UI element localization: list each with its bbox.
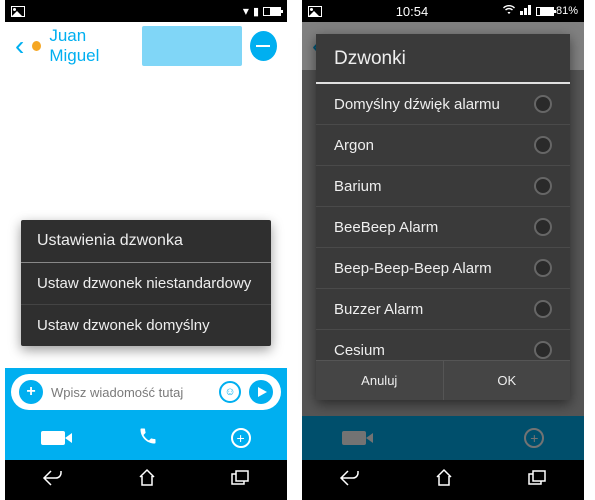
video-call-icon xyxy=(342,431,366,445)
battery-indicator: 81% xyxy=(536,5,578,17)
radio-icon[interactable] xyxy=(534,300,552,318)
status-time: 10:54 xyxy=(322,4,502,19)
gallery-icon xyxy=(11,6,25,17)
chat-header: ‹ Juan Miguel xxxxxx xxxxxx xyxy=(5,22,287,70)
radio-icon[interactable] xyxy=(534,177,552,195)
menu-icon xyxy=(256,45,270,47)
context-menu-item-default[interactable]: Ustaw dzwonek domyślny xyxy=(21,305,271,346)
wifi-icon: ▾ xyxy=(243,4,249,18)
nav-bar xyxy=(5,460,287,500)
nav-recent-icon[interactable] xyxy=(230,469,250,492)
header-menu-button[interactable] xyxy=(250,31,277,61)
radio-icon[interactable] xyxy=(534,218,552,236)
context-menu: Ustawienia dzwonka Ustaw dzwonek niestan… xyxy=(21,220,271,346)
nav-bar xyxy=(302,460,584,500)
back-icon[interactable]: ‹ xyxy=(15,30,24,62)
battery-percentage: 81% xyxy=(556,5,578,17)
status-bar: 10:54 81% xyxy=(302,0,584,22)
compose-input[interactable]: Wpisz wiadomość tutaj xyxy=(51,385,211,400)
dialog-title: Dzwonki xyxy=(316,34,570,84)
video-call-icon[interactable] xyxy=(41,431,65,445)
ringtone-dialog: Dzwonki Domyślny dźwięk alarmu Argon Bar… xyxy=(316,34,570,400)
send-icon xyxy=(258,387,267,397)
nav-back-icon[interactable] xyxy=(42,469,64,492)
ringtone-item[interactable]: Argon xyxy=(316,125,570,166)
compose-bar: + Wpisz wiadomość tutaj ☺ xyxy=(5,368,287,416)
emoji-icon[interactable]: ☺ xyxy=(219,381,241,403)
radio-icon[interactable] xyxy=(534,136,552,154)
ringtone-item[interactable]: Beep-Beep-Beep Alarm xyxy=(316,248,570,289)
ringtone-item[interactable]: Domyślny dźwięk alarmu xyxy=(316,84,570,125)
status-bar: ▾ ▮ xyxy=(5,0,287,22)
chat-area: Ustawienia dzwonka Ustaw dzwonek niestan… xyxy=(5,70,287,368)
call-bar: + xyxy=(5,416,287,460)
dialog-buttons: Anuluj OK xyxy=(316,360,570,400)
nav-back-icon[interactable] xyxy=(339,469,361,492)
ringtone-item[interactable]: Barium xyxy=(316,166,570,207)
nav-recent-icon[interactable] xyxy=(527,469,547,492)
radio-icon[interactable] xyxy=(534,259,552,277)
ringtone-item[interactable]: Buzzer Alarm xyxy=(316,289,570,330)
phone-left: ▾ ▮ ‹ Juan Miguel xxxxxx xxxxxx Ustawien… xyxy=(5,0,287,500)
ringtone-item[interactable]: Cesium xyxy=(316,330,570,360)
radio-icon[interactable] xyxy=(534,95,552,113)
voice-call-icon[interactable] xyxy=(138,426,158,451)
add-participant-icon[interactable]: + xyxy=(231,428,251,448)
wifi-icon xyxy=(502,4,516,18)
context-menu-title: Ustawienia dzwonka xyxy=(21,220,271,263)
ringtone-list[interactable]: Domyślny dźwięk alarmu Argon Barium BeeB… xyxy=(316,84,570,360)
signal-icon xyxy=(520,4,532,18)
phone-right: 10:54 81% ‹ Dzwonki Domyślny dźwięk alar… xyxy=(302,0,584,500)
radio-icon[interactable] xyxy=(534,341,552,359)
nav-home-icon[interactable] xyxy=(137,468,157,493)
context-menu-item-custom[interactable]: Ustaw dzwonek niestandardowy xyxy=(21,263,271,305)
nav-home-icon[interactable] xyxy=(434,468,454,493)
gallery-icon xyxy=(308,6,322,17)
battery-icon xyxy=(263,7,281,16)
call-bar-dimmed: + xyxy=(302,416,584,460)
contact-name[interactable]: Juan Miguel xyxy=(49,26,132,66)
battery-fill xyxy=(540,8,553,15)
presence-icon xyxy=(32,41,41,51)
ok-button[interactable]: OK xyxy=(444,361,571,400)
contact-name-blurred: xxxxxx xxxxxx xyxy=(142,26,242,66)
ringtone-item[interactable]: BeeBeep Alarm xyxy=(316,207,570,248)
signal-icon: ▮ xyxy=(253,5,259,18)
add-participant-icon: + xyxy=(524,428,544,448)
send-button[interactable] xyxy=(249,380,273,404)
add-button[interactable]: + xyxy=(19,380,43,404)
cancel-button[interactable]: Anuluj xyxy=(316,361,444,400)
